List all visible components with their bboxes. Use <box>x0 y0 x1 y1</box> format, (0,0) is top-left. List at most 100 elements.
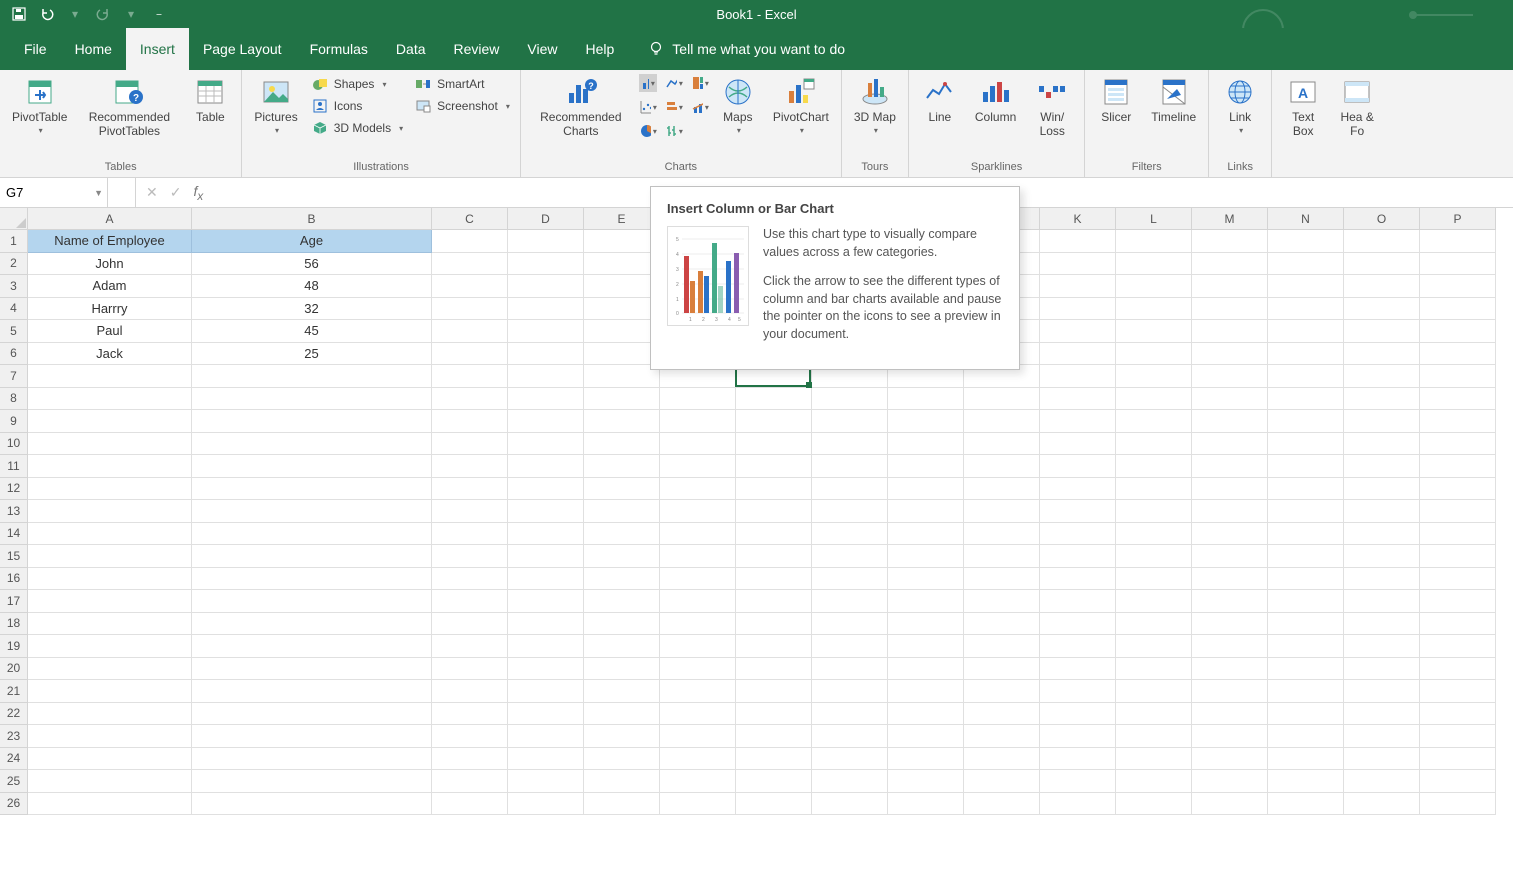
cell-H9[interactable] <box>812 410 888 433</box>
cell-K2[interactable] <box>1040 253 1116 276</box>
cell-A4[interactable]: Harrry <box>28 298 192 321</box>
cell-B9[interactable] <box>192 410 432 433</box>
scatter-chart-button[interactable]: ▾ <box>639 98 657 116</box>
cell-F18[interactable] <box>660 613 736 636</box>
cell-I26[interactable] <box>888 793 964 816</box>
cell-J17[interactable] <box>964 590 1040 613</box>
row-headers[interactable]: 1234567891011121314151617181920212223242… <box>0 230 28 815</box>
cell-K5[interactable] <box>1040 320 1116 343</box>
cell-P6[interactable] <box>1420 343 1496 366</box>
cell-O16[interactable] <box>1344 568 1420 591</box>
cell-K19[interactable] <box>1040 635 1116 658</box>
cell-N4[interactable] <box>1268 298 1344 321</box>
cell-P26[interactable] <box>1420 793 1496 816</box>
cell-L10[interactable] <box>1116 433 1192 456</box>
cell-C8[interactable] <box>432 388 508 411</box>
cell-J23[interactable] <box>964 725 1040 748</box>
cell-A20[interactable] <box>28 658 192 681</box>
cell-O7[interactable] <box>1344 365 1420 388</box>
tab-review[interactable]: Review <box>440 28 514 70</box>
cell-F21[interactable] <box>660 680 736 703</box>
cell-I13[interactable] <box>888 500 964 523</box>
cell-P11[interactable] <box>1420 455 1496 478</box>
cell-G19[interactable] <box>736 635 812 658</box>
cell-K15[interactable] <box>1040 545 1116 568</box>
cell-B21[interactable] <box>192 680 432 703</box>
cell-D8[interactable] <box>508 388 584 411</box>
column-header-N[interactable]: N <box>1268 208 1344 230</box>
cell-L17[interactable] <box>1116 590 1192 613</box>
cell-P23[interactable] <box>1420 725 1496 748</box>
cell-P4[interactable] <box>1420 298 1496 321</box>
cell-P14[interactable] <box>1420 523 1496 546</box>
cell-P16[interactable] <box>1420 568 1496 591</box>
cell-I12[interactable] <box>888 478 964 501</box>
cell-N3[interactable] <box>1268 275 1344 298</box>
cell-E20[interactable] <box>584 658 660 681</box>
cell-A5[interactable]: Paul <box>28 320 192 343</box>
cell-C23[interactable] <box>432 725 508 748</box>
cell-N21[interactable] <box>1268 680 1344 703</box>
cell-P18[interactable] <box>1420 613 1496 636</box>
screenshot-button[interactable]: Screenshot▾ <box>411 96 514 116</box>
cell-M4[interactable] <box>1192 298 1268 321</box>
cell-G12[interactable] <box>736 478 812 501</box>
cell-M10[interactable] <box>1192 433 1268 456</box>
tell-me-search[interactable]: Tell me what you want to do <box>648 40 845 59</box>
cell-K3[interactable] <box>1040 275 1116 298</box>
cell-B22[interactable] <box>192 703 432 726</box>
cell-A2[interactable]: John <box>28 253 192 276</box>
maps-button[interactable]: Maps▾ <box>713 74 763 137</box>
cell-E6[interactable] <box>584 343 660 366</box>
bar-chart-button[interactable]: ▾ <box>665 98 683 116</box>
cell-H12[interactable] <box>812 478 888 501</box>
3d-models-button[interactable]: 3D Models▾ <box>308 118 407 138</box>
cell-D16[interactable] <box>508 568 584 591</box>
cell-O23[interactable] <box>1344 725 1420 748</box>
cell-N26[interactable] <box>1268 793 1344 816</box>
cell-G10[interactable] <box>736 433 812 456</box>
cell-C15[interactable] <box>432 545 508 568</box>
cell-B19[interactable] <box>192 635 432 658</box>
cell-B3[interactable]: 48 <box>192 275 432 298</box>
cell-D26[interactable] <box>508 793 584 816</box>
timeline-button[interactable]: Timeline <box>1145 74 1202 126</box>
cell-M12[interactable] <box>1192 478 1268 501</box>
cell-A14[interactable] <box>28 523 192 546</box>
cell-L15[interactable] <box>1116 545 1192 568</box>
cell-A18[interactable] <box>28 613 192 636</box>
cell-D20[interactable] <box>508 658 584 681</box>
cell-O24[interactable] <box>1344 748 1420 771</box>
cell-G20[interactable] <box>736 658 812 681</box>
cell-M17[interactable] <box>1192 590 1268 613</box>
cell-D21[interactable] <box>508 680 584 703</box>
cell-D23[interactable] <box>508 725 584 748</box>
icons-button[interactable]: Icons <box>308 96 407 116</box>
cell-E16[interactable] <box>584 568 660 591</box>
cell-D15[interactable] <box>508 545 584 568</box>
cell-J20[interactable] <box>964 658 1040 681</box>
pivottable-button[interactable]: PivotTable▾ <box>6 74 73 137</box>
cell-I16[interactable] <box>888 568 964 591</box>
cell-I23[interactable] <box>888 725 964 748</box>
cell-M11[interactable] <box>1192 455 1268 478</box>
cell-G22[interactable] <box>736 703 812 726</box>
cell-L13[interactable] <box>1116 500 1192 523</box>
cell-H11[interactable] <box>812 455 888 478</box>
cell-D11[interactable] <box>508 455 584 478</box>
pictures-button[interactable]: Pictures▾ <box>248 74 303 137</box>
cell-D1[interactable] <box>508 230 584 253</box>
row-header-5[interactable]: 5 <box>0 320 28 343</box>
treemap-chart-button[interactable]: ▾ <box>691 74 709 92</box>
cell-N11[interactable] <box>1268 455 1344 478</box>
cell-N6[interactable] <box>1268 343 1344 366</box>
cell-I9[interactable] <box>888 410 964 433</box>
cell-P19[interactable] <box>1420 635 1496 658</box>
cell-H16[interactable] <box>812 568 888 591</box>
cell-G15[interactable] <box>736 545 812 568</box>
cell-P24[interactable] <box>1420 748 1496 771</box>
save-icon[interactable] <box>10 5 28 23</box>
cell-L25[interactable] <box>1116 770 1192 793</box>
tab-data[interactable]: Data <box>382 28 440 70</box>
cell-M13[interactable] <box>1192 500 1268 523</box>
